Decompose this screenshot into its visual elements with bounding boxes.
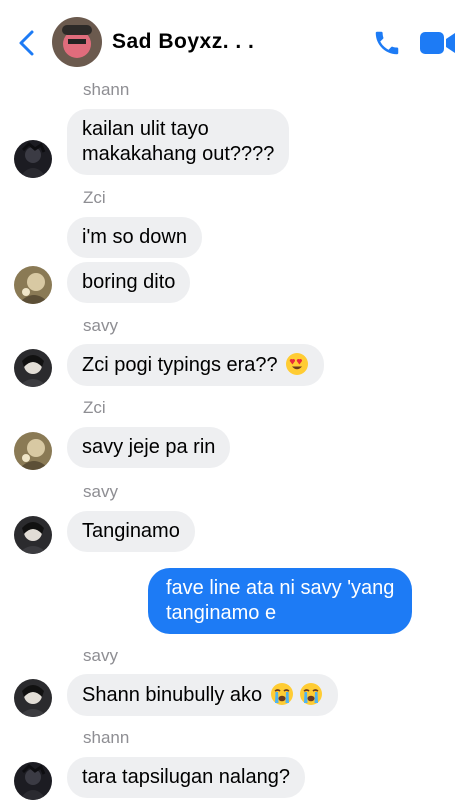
message-text: Tanginamo <box>82 520 180 542</box>
message-bubble[interactable]: boring dito <box>67 262 191 303</box>
message-text: Shann binubully ako <box>82 684 263 706</box>
message-text: boring dito <box>82 271 176 293</box>
message-text-line: tanginamo e <box>166 602 277 624</box>
avatar[interactable] <box>14 140 52 178</box>
message-bubble[interactable]: Zci pogi typings era?? <box>67 344 325 386</box>
message-bubble[interactable]: Tanginamo <box>67 511 195 552</box>
avatar[interactable] <box>14 432 52 470</box>
sender-name: Zci <box>83 398 106 417</box>
message-bubble[interactable]: i'm so down <box>67 217 202 258</box>
message-bubble[interactable]: kailan ulit tayo makakahang out???? <box>67 109 290 175</box>
voice-call-button[interactable] <box>372 28 402 58</box>
avatar[interactable] <box>14 266 52 304</box>
sender-name: shann <box>83 80 130 99</box>
sender-name: Zci <box>83 188 106 207</box>
avatar[interactable] <box>14 516 52 554</box>
message-text: i'm so down <box>82 226 187 248</box>
video-call-button[interactable] <box>420 30 456 56</box>
outgoing-message-bubble[interactable]: fave line ata ni savy 'yang tanginamo e <box>148 568 413 634</box>
message-bubble[interactable]: tara tapsilugan nalang? <box>67 757 305 798</box>
chevron-left-icon <box>19 30 34 56</box>
chat-header: Sad Boyxz. . . <box>0 0 474 80</box>
avatar[interactable] <box>14 349 52 387</box>
video-camera-icon <box>420 32 455 54</box>
message-text-line: fave line ata ni savy 'yang <box>166 577 395 599</box>
message-text: tara tapsilugan nalang? <box>82 766 290 788</box>
sender-name: savy <box>83 482 118 501</box>
sender-name: shann <box>83 728 130 747</box>
loudly-crying-emoji <box>270 683 293 705</box>
avatar[interactable] <box>14 762 52 800</box>
message-bubble[interactable]: savy jeje pa rin <box>67 427 231 468</box>
message-text-line: kailan ulit tayo <box>82 118 209 140</box>
back-button[interactable] <box>14 28 40 58</box>
sender-name: savy <box>83 316 118 335</box>
chat-title[interactable]: Sad Boyxz. . . <box>112 30 254 54</box>
sender-name: savy <box>83 646 118 665</box>
loudly-crying-emoji <box>300 683 323 705</box>
group-avatar[interactable] <box>52 17 102 67</box>
avatar[interactable] <box>14 679 52 717</box>
phone-icon <box>375 31 399 55</box>
message-text: savy jeje pa rin <box>82 436 216 458</box>
message-text-line: makakahang out???? <box>82 143 275 165</box>
heart-eyes-emoji <box>286 353 309 375</box>
message-bubble[interactable]: Shann binubully ako <box>67 674 339 716</box>
message-text: Zci pogi typings era?? <box>82 354 278 376</box>
